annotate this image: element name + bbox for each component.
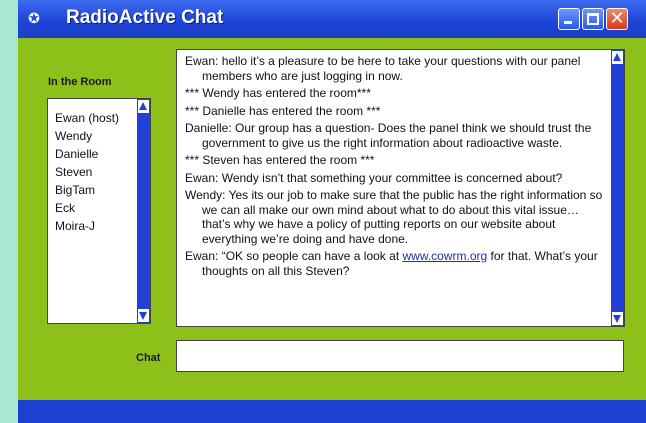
chat-message: *** Danielle has entered the room *** [185, 104, 605, 119]
chat-message-body: Ewan: hello it’s a pleasure to be here t… [185, 54, 605, 83]
client-area: In the Room Ewan (host) Wendy Danielle Stev… [18, 38, 646, 400]
user-list-item[interactable]: BigTam [55, 181, 119, 199]
chat-message-body: *** Danielle has entered the room *** [185, 104, 605, 119]
minimize-icon [564, 21, 572, 24]
message-text: Our group has a question- Does the panel… [202, 121, 592, 150]
chat-message: Wendy: Yes its our job to make sure that… [185, 188, 605, 246]
maximize-button[interactable] [582, 8, 604, 30]
message-link[interactable]: www.cowrm.org [403, 249, 488, 263]
message-text: Yes its our job to make sure that the pu… [202, 188, 603, 246]
users-list: Ewan (host) Wendy Danielle Steven BigTam Eck M… [55, 109, 119, 235]
user-list-item[interactable]: Danielle [55, 145, 119, 163]
message-speaker: Ewan: [185, 249, 219, 263]
chat-message-body: Ewan: Wendy isn’t that something your co… [185, 171, 605, 186]
app-icon[interactable]: ✪ [26, 10, 42, 26]
chat-message: Ewan: hello it’s a pleasure to be here t… [185, 54, 605, 83]
users-scroll-up-icon[interactable] [138, 100, 149, 113]
chat-message: *** Steven has entered the room *** [185, 153, 605, 168]
message-speaker: Ewan: [185, 170, 219, 185]
chat-message-body: Ewan: “OK so people can have a look at w… [185, 249, 605, 278]
chat-message-body: *** Wendy has entered the room*** [185, 86, 605, 101]
close-button[interactable]: ✕ [606, 8, 628, 30]
chat-input[interactable] [176, 340, 624, 372]
message-text: hello it’s a pleasure to be here to take… [202, 54, 581, 83]
user-list-item[interactable]: Wendy [55, 127, 119, 145]
chat-message-body: Danielle: Our group has a question- Does… [185, 121, 605, 150]
message-text: Wendy isn’t that something your committe… [221, 170, 563, 185]
users-scrollbar[interactable] [137, 99, 150, 323]
user-list-item[interactable]: Steven [55, 163, 119, 181]
window-title: RadioActive Chat [66, 7, 224, 28]
maximize-icon [587, 13, 599, 25]
room-label: In the Room [48, 76, 112, 88]
chat-scroll-up-icon[interactable] [612, 51, 623, 64]
chat-message-body: *** Steven has entered the room *** [185, 153, 605, 168]
user-list-item[interactable]: Moira-J [55, 217, 119, 235]
chat-window: ✪ RadioActive Chat ✕ In the Room Ewan (h… [18, 0, 646, 423]
chat-message: Ewan: “OK so people can have a look at w… [185, 249, 605, 278]
message-speaker: Wendy: [185, 188, 226, 202]
user-list-item[interactable]: Ewan (host) [55, 109, 119, 127]
status-bar [18, 400, 646, 423]
minimize-button[interactable] [558, 8, 580, 30]
chat-log[interactable]: Ewan: hello it’s a pleasure to be here t… [176, 49, 625, 327]
close-icon: ✕ [609, 8, 625, 29]
message-speaker: Danielle: [185, 121, 232, 135]
message-text: *** Danielle has entered the room *** [185, 103, 381, 118]
chat-message: Ewan: Wendy isn’t that something your co… [185, 171, 605, 186]
title-bar[interactable]: ✪ RadioActive Chat ✕ [18, 0, 646, 38]
message-list: Ewan: hello it’s a pleasure to be here t… [185, 54, 605, 281]
message-text: *** Steven has entered the room *** [185, 153, 375, 167]
message-text: “OK so people can have a look at [221, 249, 400, 263]
chat-message: *** Wendy has entered the room*** [185, 86, 605, 101]
chat-input-label: Chat [136, 352, 161, 364]
users-list-box[interactable]: Ewan (host) Wendy Danielle Steven BigTam Eck M… [47, 98, 151, 324]
message-text: *** Wendy has entered the room*** [185, 86, 371, 100]
chat-log-scrollbar[interactable] [611, 50, 624, 326]
user-list-item[interactable]: Eck [55, 199, 119, 217]
users-scroll-down-icon[interactable] [138, 309, 149, 322]
message-speaker: Ewan: [185, 54, 219, 68]
chat-message-body: Wendy: Yes its our job to make sure that… [185, 188, 605, 246]
chat-message: Danielle: Our group has a question- Does… [185, 121, 605, 150]
chat-scroll-down-icon[interactable] [612, 312, 623, 325]
